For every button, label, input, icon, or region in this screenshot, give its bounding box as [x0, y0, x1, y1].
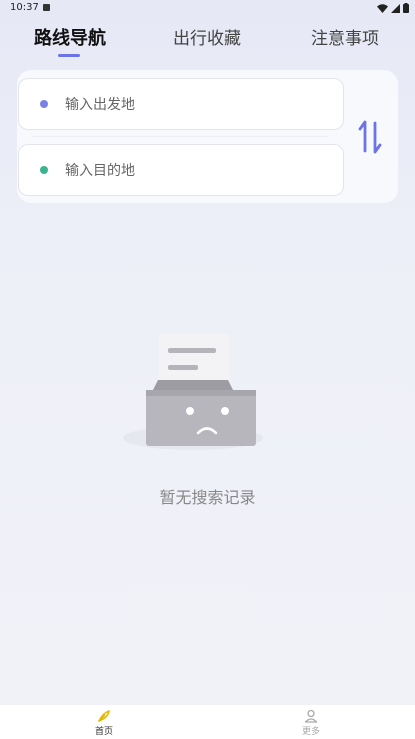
- tab-active-indicator: [58, 54, 80, 57]
- route-card: 输入出发地 输入目的地: [17, 70, 398, 203]
- swap-route-icon[interactable]: [357, 119, 383, 155]
- wifi-icon: [377, 3, 388, 13]
- nav-more-label: 更多: [301, 727, 320, 737]
- bottom-nav: 首页 更多: [0, 705, 415, 739]
- signal-icon: [391, 3, 400, 13]
- notification-icon: [43, 4, 50, 11]
- end-dot-icon: [40, 166, 48, 174]
- status-time: 10:37: [10, 2, 39, 13]
- status-indicators: [377, 3, 409, 13]
- user-icon: [304, 709, 318, 723]
- status-bar: 10:37: [0, 0, 415, 16]
- home-feather-icon: [98, 710, 110, 722]
- nav-home[interactable]: 首页: [74, 709, 134, 737]
- start-location-input[interactable]: 输入出发地: [18, 78, 344, 130]
- destination-placeholder: 输入目的地: [65, 163, 135, 179]
- start-location-placeholder: 输入出发地: [65, 97, 135, 113]
- tab-route-navigation[interactable]: 路线导航: [34, 24, 106, 50]
- start-dot-icon: [40, 100, 48, 108]
- top-tabs: 路线导航 出行收藏 注意事项: [0, 22, 415, 62]
- route-divider: [32, 136, 328, 137]
- nav-home-label: 首页: [94, 727, 113, 737]
- nav-more[interactable]: 更多: [281, 709, 341, 737]
- destination-input[interactable]: 输入目的地: [18, 144, 344, 196]
- tab-travel-favorites[interactable]: 出行收藏: [173, 24, 241, 49]
- empty-state-text: 暂无搜索记录: [159, 488, 256, 507]
- empty-box-icon: [123, 334, 263, 450]
- tab-notes[interactable]: 注意事项: [311, 24, 379, 49]
- battery-icon: [403, 3, 409, 13]
